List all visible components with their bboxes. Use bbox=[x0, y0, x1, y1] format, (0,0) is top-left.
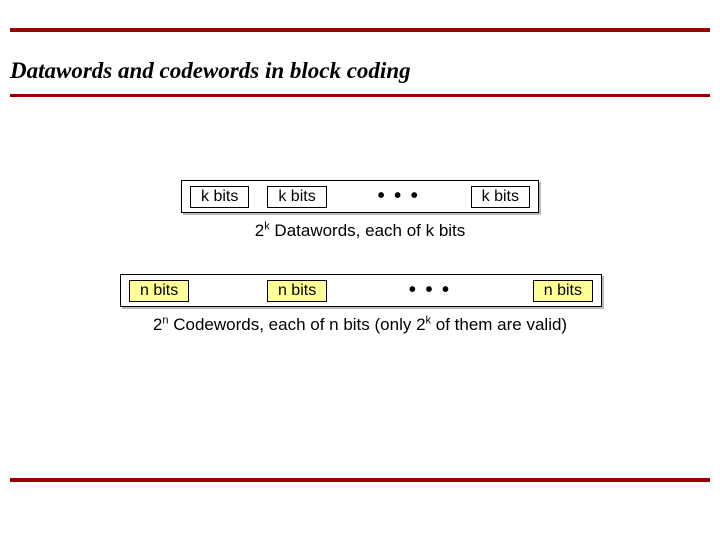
datawords-caption: 2k Datawords, each of k bits bbox=[120, 221, 600, 241]
datawords-row: k bits k bits • • • k bits bbox=[181, 180, 539, 213]
page-title: Datawords and codewords in block coding bbox=[10, 58, 411, 84]
bottom-rule bbox=[10, 478, 710, 482]
codeword-cell: n bits bbox=[533, 280, 593, 302]
codewords-caption: 2n Codewords, each of n bits (only 2k of… bbox=[120, 315, 600, 335]
codewords-block: n bits n bits • • • n bits 2n Codewords,… bbox=[120, 274, 600, 335]
ellipsis-icon: • • • bbox=[374, 185, 424, 208]
codeword-cell: n bits bbox=[267, 280, 327, 302]
title-rule bbox=[10, 94, 710, 97]
ellipsis-icon: • • • bbox=[405, 279, 455, 302]
codeword-cell: n bits bbox=[129, 280, 189, 302]
dataword-cell: k bits bbox=[267, 186, 326, 208]
dataword-cell: k bits bbox=[471, 186, 530, 208]
codewords-row: n bits n bits • • • n bits bbox=[120, 274, 602, 307]
datawords-block: k bits k bits • • • k bits 2k Datawords,… bbox=[120, 180, 600, 241]
dataword-cell: k bits bbox=[190, 186, 249, 208]
top-rule bbox=[10, 28, 710, 32]
